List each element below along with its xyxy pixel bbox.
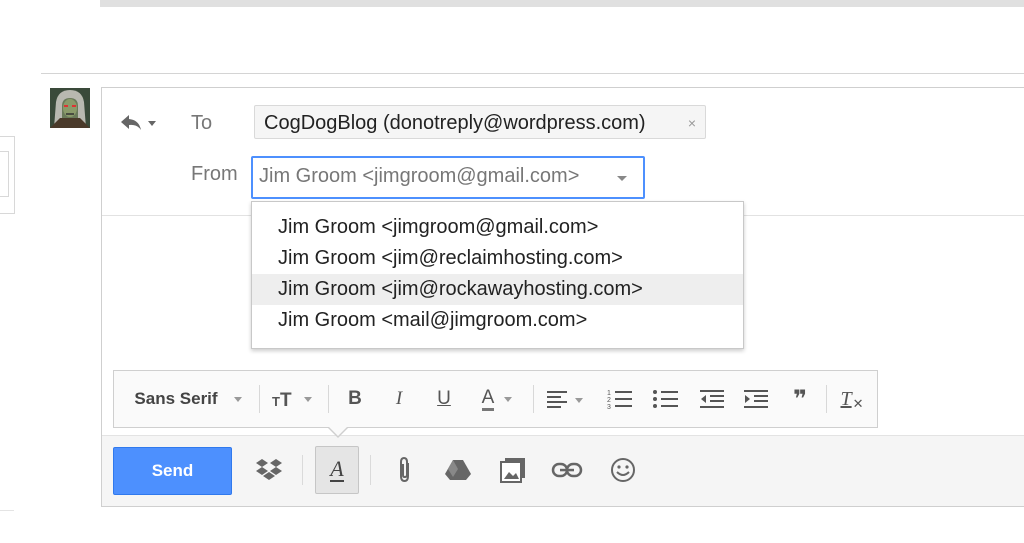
from-label: From <box>191 163 238 185</box>
insert-emoji-button[interactable] <box>603 450 643 490</box>
from-select-value: Jim Groom <jimgroom@gmail.com> <box>259 165 580 187</box>
numbered-list-button[interactable]: 1 2 3 <box>598 371 642 427</box>
text-color-button[interactable]: A <box>470 371 524 427</box>
from-option-highlighted[interactable]: Jim Groom <jim@rockawayhosting.com> <box>252 274 743 305</box>
dropbox-icon <box>256 459 282 480</box>
toolbar-divider <box>370 455 371 485</box>
underline-button[interactable]: U <box>427 371 461 427</box>
top-scroll-area <box>100 0 1024 7</box>
from-option[interactable]: Jim Groom <jim@reclaimhosting.com> <box>252 243 743 274</box>
svg-text:T: T <box>280 390 292 411</box>
send-button[interactable]: Send <box>113 447 232 495</box>
insert-drive-button[interactable] <box>438 450 478 490</box>
avatar[interactable] <box>50 88 90 128</box>
formatting-options-toggle[interactable]: A <box>315 446 359 494</box>
bulleted-list-icon <box>653 390 678 408</box>
toolbar-pointer-fill <box>328 426 348 436</box>
toolbar-divider <box>302 455 303 485</box>
insert-link-button[interactable] <box>547 450 587 490</box>
font-size-button[interactable]: T T <box>266 371 320 427</box>
indent-less-icon <box>700 390 724 408</box>
text-color-icon: A <box>481 387 495 411</box>
recipient-chip-text: CogDogBlog (donotreply@wordpress.com) <box>264 112 646 134</box>
from-dropdown-menu: Jim Groom <jimgroom@gmail.com> Jim Groom… <box>251 201 744 349</box>
toolbar-divider <box>826 385 827 413</box>
text-size-icon: T T <box>272 390 312 411</box>
bulleted-list-button[interactable] <box>644 371 688 427</box>
remove-formatting-button[interactable]: T ✕ <box>832 371 872 427</box>
toolbar-divider <box>533 385 534 413</box>
toolbar-divider <box>259 385 260 413</box>
attach-files-button[interactable] <box>385 450 425 490</box>
align-left-icon <box>547 391 583 408</box>
numbered-list-icon: 1 2 3 <box>607 390 632 411</box>
drive-icon <box>445 460 471 480</box>
formatting-icon: A <box>330 456 344 482</box>
svg-text:1: 1 <box>607 390 611 397</box>
chevron-down-icon <box>233 396 242 402</box>
attach-icon <box>400 456 409 483</box>
insert-photo-button[interactable] <box>493 450 533 490</box>
indent-more-button[interactable] <box>734 371 778 427</box>
svg-text:T: T <box>272 394 280 409</box>
recipient-chip[interactable]: CogDogBlog (donotreply@wordpress.com) × <box>254 105 706 139</box>
insert-photo-icon <box>500 458 525 483</box>
thread-divider <box>41 73 1024 74</box>
reply-arrow-icon <box>121 115 156 130</box>
toolbar-divider <box>328 385 329 413</box>
indent-more-icon <box>744 390 768 408</box>
from-option[interactable]: Jim Groom <jimgroom@gmail.com> <box>252 212 743 243</box>
quote-button[interactable]: ❞ <box>778 371 822 427</box>
svg-text:2: 2 <box>607 397 611 404</box>
chevron-down-icon <box>504 396 513 402</box>
indent-less-button[interactable] <box>690 371 734 427</box>
chevron-down-icon <box>617 176 627 181</box>
reply-type-button[interactable] <box>119 111 163 135</box>
bold-button[interactable]: B <box>338 371 372 427</box>
remove-recipient-icon[interactable]: × <box>688 106 696 140</box>
from-select[interactable]: Jim Groom <jimgroom@gmail.com> <box>251 156 645 199</box>
left-panel-button[interactable] <box>0 151 9 197</box>
close-icon: ✕ <box>852 396 864 411</box>
align-button[interactable] <box>540 371 592 427</box>
to-label: To <box>191 112 213 134</box>
insert-link-icon <box>551 462 583 478</box>
emoji-icon <box>611 458 635 482</box>
font-family-select[interactable]: Sans Serif <box>122 371 254 427</box>
svg-text:3: 3 <box>607 404 611 411</box>
left-divider <box>0 510 14 511</box>
from-option[interactable]: Jim Groom <mail@jimgroom.com> <box>252 305 743 336</box>
formatting-toolbar: Sans Serif T T B I U A 1 2 3 ❞ T ✕ <box>113 370 878 428</box>
font-family-value: Sans Serif <box>134 389 218 408</box>
clear-format-icon: T <box>840 387 852 410</box>
italic-button[interactable]: I <box>382 371 416 427</box>
dropbox-button[interactable] <box>249 450 289 490</box>
